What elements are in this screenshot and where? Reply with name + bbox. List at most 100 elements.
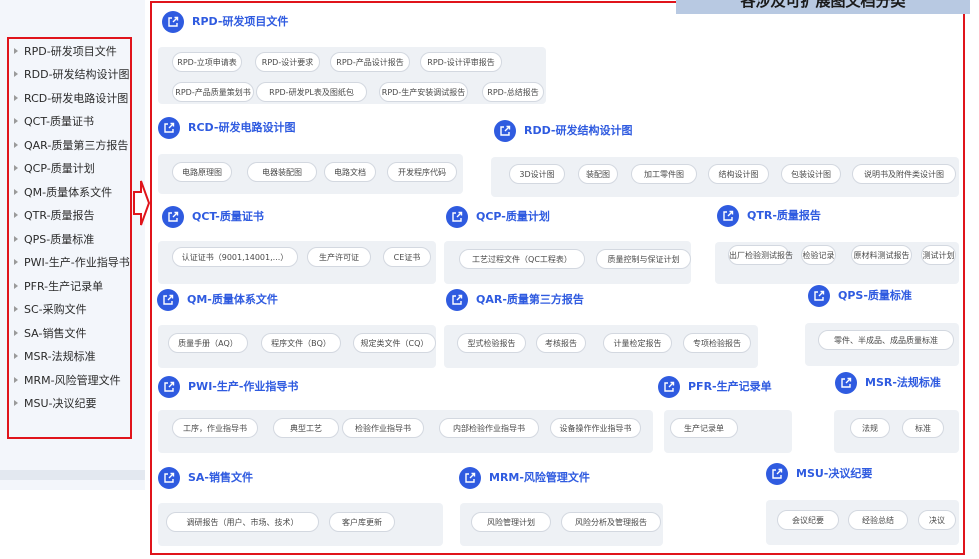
category-title[interactable]: RCD-研发电路设计图: [188, 117, 295, 139]
sidebar-item[interactable]: PWI-生产-作业指导书: [14, 254, 130, 272]
document-tag[interactable]: 生产许可证: [307, 247, 371, 267]
document-tag[interactable]: CE证书: [383, 247, 431, 267]
external-link-icon[interactable]: [446, 289, 468, 311]
sidebar-item[interactable]: SA-销售文件: [14, 325, 86, 343]
document-tag[interactable]: 经验总结: [848, 510, 908, 530]
external-link-icon[interactable]: [494, 120, 516, 142]
category-title[interactable]: RDD-研发结构设计图: [524, 120, 633, 142]
document-tag[interactable]: 决议: [918, 510, 956, 530]
sidebar-item[interactable]: PFR-生产记录单: [14, 278, 103, 296]
sidebar-item[interactable]: RDD-研发结构设计图: [14, 66, 130, 84]
document-tag[interactable]: 认证证书（9001,14001,...）: [172, 247, 298, 267]
document-tag[interactable]: 程序文件（BQ）: [261, 333, 341, 353]
sidebar-item[interactable]: QCP-质量计划: [14, 160, 95, 178]
external-link-icon[interactable]: [158, 117, 180, 139]
document-tag[interactable]: 风险管理计划: [471, 512, 551, 532]
category-title[interactable]: QCP-质量计划: [476, 206, 550, 228]
document-tag[interactable]: 零件、半成品、成品质量标准: [818, 330, 954, 350]
document-tag[interactable]: 考核报告: [536, 333, 586, 353]
document-tag[interactable]: 3D设计图: [509, 164, 565, 184]
external-link-icon[interactable]: [766, 463, 788, 485]
document-tag[interactable]: 设备操作作业指导书: [550, 418, 641, 438]
external-link-icon[interactable]: [835, 372, 857, 394]
document-tag[interactable]: RPD-立项申请表: [172, 52, 242, 72]
document-tag[interactable]: 电路文档: [324, 162, 376, 182]
document-tag[interactable]: 会议纪要: [777, 510, 839, 530]
sidebar-item[interactable]: MSR-法规标准: [14, 348, 96, 366]
external-link-icon[interactable]: [157, 289, 179, 311]
category-title[interactable]: RPD-研发项目文件: [192, 11, 288, 33]
document-tag[interactable]: 风险分析及管理报告: [561, 512, 661, 532]
document-tag[interactable]: 检验作业指导书: [342, 418, 424, 438]
sidebar-item[interactable]: QTR-质量报告: [14, 207, 95, 225]
external-link-icon[interactable]: [459, 467, 481, 489]
document-tag[interactable]: 检验记录: [801, 245, 836, 265]
document-tag[interactable]: 原材料测试报告: [851, 245, 912, 265]
external-link-icon[interactable]: [808, 285, 830, 307]
document-tag[interactable]: 出厂检验测试报告: [728, 245, 793, 265]
document-tag[interactable]: 计量检定报告: [603, 333, 672, 353]
document-tag[interactable]: 工序，作业指导书: [172, 418, 258, 438]
document-tag[interactable]: 说明书及附件类设计图: [852, 164, 956, 184]
document-tag[interactable]: 型式检验报告: [457, 333, 526, 353]
document-tag[interactable]: RPD-设计要求: [255, 52, 320, 72]
category-title[interactable]: SA-销售文件: [188, 467, 253, 489]
category-title[interactable]: QM-质量体系文件: [187, 289, 278, 311]
category-title[interactable]: QTR-质量报告: [747, 205, 821, 227]
document-tag[interactable]: 内部检验作业指导书: [439, 418, 539, 438]
document-tag[interactable]: 开发程序代码: [387, 162, 457, 182]
document-tag[interactable]: 电器装配图: [247, 162, 317, 182]
document-tag[interactable]: 法规: [850, 418, 890, 438]
document-tag[interactable]: 调研报告（用户、市场、技术）: [166, 512, 319, 532]
document-tag[interactable]: 专项检验报告: [683, 333, 751, 353]
category-title[interactable]: MSR-法规标准: [865, 372, 941, 394]
document-tag[interactable]: RPD-产品质量策划书: [172, 82, 254, 102]
sidebar-item[interactable]: RCD-研发电路设计图: [14, 90, 128, 108]
category-title[interactable]: MRM-风险管理文件: [489, 467, 590, 489]
category-title[interactable]: MSU-决议纪要: [796, 463, 872, 485]
expand-arrow-icon: [14, 48, 18, 54]
document-tag[interactable]: 标准: [902, 418, 944, 438]
document-tag[interactable]: RPD-产品设计报告: [330, 52, 410, 72]
document-tag[interactable]: 典型工艺: [273, 418, 339, 438]
sidebar-item[interactable]: RPD-研发项目文件: [14, 43, 117, 61]
document-tag[interactable]: 包装设计图: [781, 164, 841, 184]
external-link-icon[interactable]: [158, 376, 180, 398]
document-tag[interactable]: 生产记录单: [670, 418, 738, 438]
sidebar-item[interactable]: SC-采购文件: [14, 301, 87, 319]
sidebar-item[interactable]: MSU-决议纪要: [14, 395, 97, 413]
sidebar-item-label: RPD-研发项目文件: [24, 45, 117, 58]
document-tag[interactable]: 质量手册（AQ）: [168, 333, 248, 353]
document-tag[interactable]: 装配图: [578, 164, 618, 184]
external-link-icon[interactable]: [162, 206, 184, 228]
external-link-icon[interactable]: [158, 467, 180, 489]
external-link-icon[interactable]: [162, 11, 184, 33]
external-link-icon[interactable]: [658, 376, 680, 398]
category-title[interactable]: PFR-生产记录单: [688, 376, 772, 398]
document-tag[interactable]: RPD-总结报告: [482, 82, 544, 102]
sidebar-item[interactable]: QM-质量体系文件: [14, 184, 112, 202]
document-tag[interactable]: 质量控制与保证计划: [596, 249, 691, 269]
sidebar-item[interactable]: MRM-风险管理文件: [14, 372, 121, 390]
sidebar-item-label: MSU-决议纪要: [24, 397, 97, 410]
category-title[interactable]: QAR-质量第三方报告: [476, 289, 584, 311]
document-tag[interactable]: RPD-生产安装调试报告: [379, 82, 468, 102]
category-title[interactable]: QCT-质量证书: [192, 206, 264, 228]
external-link-icon[interactable]: [717, 205, 739, 227]
sidebar-item[interactable]: QPS-质量标准: [14, 231, 94, 249]
document-tag[interactable]: 规定类文件（CQ）: [353, 333, 436, 353]
sidebar-item[interactable]: QAR-质量第三方报告: [14, 137, 128, 155]
document-tag[interactable]: 电路原理图: [172, 162, 232, 182]
document-tag[interactable]: RPD-研发PL表及图纸包: [256, 82, 367, 102]
document-tag[interactable]: 客户库更新: [329, 512, 395, 532]
category-title[interactable]: QPS-质量标准: [838, 285, 912, 307]
document-tag[interactable]: 加工零件图: [631, 164, 697, 184]
document-tag[interactable]: 结构设计图: [708, 164, 769, 184]
document-tag[interactable]: RPD-设计评审报告: [420, 52, 502, 72]
external-link-icon[interactable]: [446, 206, 468, 228]
sidebar-item[interactable]: QCT-质量证书: [14, 113, 94, 131]
category-title[interactable]: PWI-生产-作业指导书: [188, 376, 298, 398]
document-tag[interactable]: 工艺过程文件（QC工程表）: [459, 249, 585, 269]
expand-arrow-icon: [14, 118, 18, 124]
document-tag[interactable]: 测试计划: [921, 245, 956, 265]
